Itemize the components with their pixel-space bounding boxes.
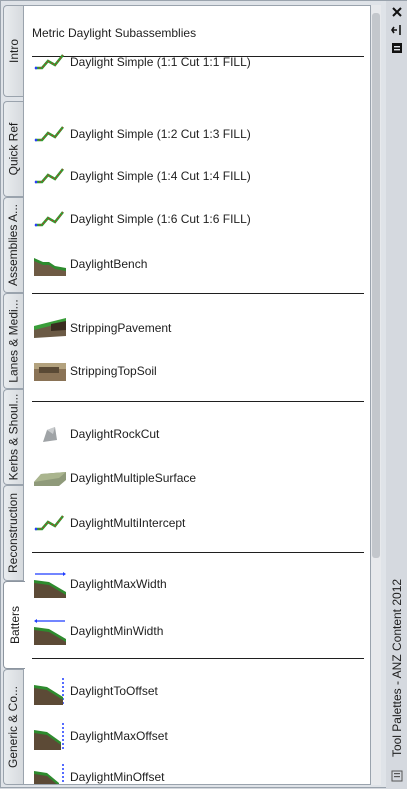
close-icon[interactable] [389, 5, 405, 19]
separator [32, 552, 364, 553]
tool-daylight-simple-1-1[interactable]: Daylight Simple (1:1 Cut 1:1 FILL) [32, 47, 362, 77]
tool-label: Daylight Simple (1:6 Cut 1:6 FILL) [70, 212, 251, 226]
tool-daylight-max-offset[interactable]: DaylightMaxOffset [32, 721, 362, 751]
tool-label: StrippingPavement [70, 321, 172, 335]
tab-reconstruction[interactable]: Reconstruction [3, 485, 23, 581]
tool-label: DaylightMinWidth [70, 624, 164, 638]
tool-daylight-to-offset[interactable]: DaylightToOffset [32, 676, 362, 706]
tool-daylight-multiple-surface[interactable]: DaylightMultipleSurface [32, 463, 362, 493]
tool-palette-window: Intro Quick Ref Assemblies A... Lanes & … [0, 0, 407, 789]
tool-daylight-multi-intercept[interactable]: DaylightMultiIntercept [32, 508, 362, 538]
max-offset-icon [32, 723, 68, 750]
rock-cut-icon [32, 421, 68, 447]
palette-menu-icon[interactable] [389, 769, 405, 783]
auto-hide-icon[interactable] [389, 23, 405, 37]
max-width-icon [32, 571, 68, 598]
window-title: Tool Palettes - ANZ Content 2012 [388, 573, 406, 763]
daylight-simple-icon [32, 49, 68, 75]
tool-daylight-rock-cut[interactable]: DaylightRockCut [32, 419, 362, 449]
separator [32, 401, 364, 402]
tab-label: Quick Ref [6, 122, 21, 176]
vertical-scrollbar[interactable] [371, 5, 381, 785]
tab-label: Assemblies A... [6, 203, 21, 287]
tab-generic[interactable]: Generic & Co... [3, 669, 23, 785]
tab-kerbs-shoulders[interactable]: Kerbs & Shoul... [3, 389, 23, 485]
separator [32, 658, 364, 659]
tool-label: DaylightMultiIntercept [70, 516, 186, 530]
tab-label: Reconstruction [6, 492, 21, 574]
tool-daylight-simple-1-2[interactable]: Daylight Simple (1:2 Cut 1:3 FILL) [32, 119, 362, 149]
tool-label: DaylightBench [70, 257, 148, 271]
palette-title: Metric Daylight Subassemblies [32, 26, 197, 40]
tab-label: Kerbs & Shoul... [6, 393, 21, 481]
tool-daylight-min-width[interactable]: DaylightMinWidth [32, 616, 362, 646]
multiple-surface-icon [32, 465, 68, 491]
tool-stripping-topsoil[interactable]: StrippingTopSoil [32, 356, 362, 386]
tool-label: DaylightMaxWidth [70, 577, 167, 591]
tool-label: DaylightMinOffset [70, 770, 165, 784]
tab-batters[interactable]: Batters [3, 581, 25, 669]
tab-label: Lanes & Medi... [6, 299, 21, 383]
scrollbar-thumb[interactable] [372, 13, 380, 558]
tab-label: Intro [6, 38, 21, 64]
tool-label: DaylightMaxOffset [70, 729, 168, 743]
daylight-bench-icon [32, 251, 68, 277]
tool-daylight-min-offset[interactable]: DaylightMinOffset [32, 762, 362, 784]
min-width-icon [32, 618, 68, 645]
tool-label: Daylight Simple (1:1 Cut 1:1 FILL) [70, 55, 251, 69]
tool-label: Daylight Simple (1:2 Cut 1:3 FILL) [70, 127, 251, 141]
window-title-text: Tool Palettes - ANZ Content 2012 [390, 578, 404, 758]
separator [32, 293, 364, 294]
properties-icon[interactable] [389, 41, 405, 55]
stripping-topsoil-icon [32, 358, 68, 384]
tool-daylight-bench[interactable]: DaylightBench [32, 249, 362, 279]
tab-quick-ref[interactable]: Quick Ref [3, 101, 23, 197]
tool-label: StrippingTopSoil [70, 364, 157, 378]
tool-label: Daylight Simple (1:4 Cut 1:4 FILL) [70, 169, 251, 183]
tab-strip: Intro Quick Ref Assemblies A... Lanes & … [3, 5, 25, 785]
tool-daylight-simple-1-4[interactable]: Daylight Simple (1:4 Cut 1:4 FILL) [32, 161, 362, 191]
tab-intro[interactable]: Intro [3, 5, 23, 97]
tab-lanes-medians[interactable]: Lanes & Medi... [3, 293, 23, 389]
min-offset-icon [32, 764, 68, 784]
palette-titlebar[interactable]: Tool Palettes - ANZ Content 2012 [386, 1, 407, 789]
tool-daylight-max-width[interactable]: DaylightMaxWidth [32, 569, 362, 599]
tool-label: DaylightToOffset [70, 684, 158, 698]
tab-label: Generic & Co... [6, 685, 21, 769]
daylight-simple-icon [32, 121, 68, 147]
palette-content: Metric Daylight Subassemblies Daylight S… [23, 5, 371, 785]
tab-assemblies[interactable]: Assemblies A... [3, 197, 23, 293]
tool-label: DaylightRockCut [70, 427, 160, 441]
to-offset-icon [32, 678, 68, 705]
tool-daylight-simple-1-6[interactable]: Daylight Simple (1:6 Cut 1:6 FILL) [32, 204, 362, 234]
tab-label: Batters [7, 605, 22, 645]
daylight-simple-icon [32, 206, 68, 232]
stripping-pavement-icon [32, 315, 68, 341]
tool-stripping-pavement[interactable]: StrippingPavement [32, 313, 362, 343]
daylight-simple-icon [32, 163, 68, 189]
daylight-simple-icon [32, 510, 68, 536]
tool-label: DaylightMultipleSurface [70, 471, 197, 485]
